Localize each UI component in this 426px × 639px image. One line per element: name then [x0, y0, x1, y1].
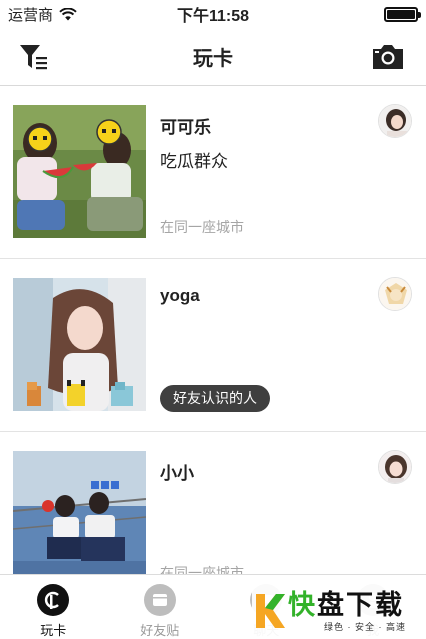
page-title: 玩卡 — [193, 48, 233, 70]
card-photo[interactable] — [13, 105, 146, 238]
card-name: 可可乐 — [160, 118, 211, 137]
watermark-subtitle: 绿色 · 安全 · 高速 — [324, 621, 406, 632]
card-photo[interactable] — [13, 451, 146, 574]
carrier-label: 运营商 — [8, 6, 54, 24]
tab-friend-post[interactable]: 好友贴 — [107, 575, 214, 639]
feed-card[interactable]: 小小 在同一座城市 — [0, 432, 426, 574]
camera-icon[interactable] — [370, 42, 406, 72]
status-time: 下午11:58 — [176, 8, 250, 25]
wifi-icon — [59, 7, 77, 20]
watermark-title-black: 盘下载 — [317, 589, 404, 620]
tab-play-card[interactable]: 玩卡 — [0, 575, 107, 639]
tab-label: 玩卡 — [40, 623, 67, 638]
status-bar: 运营商 下午11:58 — [0, 0, 426, 28]
avatar[interactable] — [378, 277, 412, 311]
status-right — [278, 6, 421, 22]
relation-tag: 好友认识的人 — [160, 385, 270, 412]
card-name: yoga — [160, 286, 200, 305]
card-photo[interactable] — [13, 278, 146, 411]
feed-card[interactable]: yoga 好友认识的人 — [0, 259, 426, 432]
watermark-logo: 快盘下载 绿色 · 安全 · 高速 — [252, 584, 424, 638]
card-name: 小小 — [160, 464, 194, 483]
play-card-icon — [37, 584, 70, 616]
watermark-title: 快盘下载 — [288, 590, 406, 620]
k-logo-icon — [256, 594, 285, 628]
card-location: 在同一座城市 — [160, 219, 244, 235]
battery-fill — [387, 9, 415, 19]
card-location: 在同一座城市 — [160, 565, 244, 574]
card-caption: 吃瓜群众 — [160, 152, 228, 171]
filter-icon[interactable] — [18, 42, 50, 72]
avatar[interactable] — [378, 104, 412, 138]
feed-list: 可可乐 吃瓜群众 在同一座城市 yoga 好友认识的人 小小 在同一座城市 — [0, 86, 426, 574]
nav-bar: 玩卡 — [0, 28, 426, 86]
friend-post-icon — [143, 584, 176, 616]
avatar[interactable] — [378, 450, 412, 484]
status-left: 运营商 — [8, 4, 148, 25]
watermark-title-green: 快 — [288, 589, 317, 620]
watermark-text: 快盘下载 绿色 · 安全 · 高速 — [288, 590, 406, 633]
tab-label: 好友贴 — [140, 623, 180, 638]
feed-card[interactable]: 可可乐 吃瓜群众 在同一座城市 — [0, 86, 426, 259]
battery-icon — [384, 6, 421, 22]
